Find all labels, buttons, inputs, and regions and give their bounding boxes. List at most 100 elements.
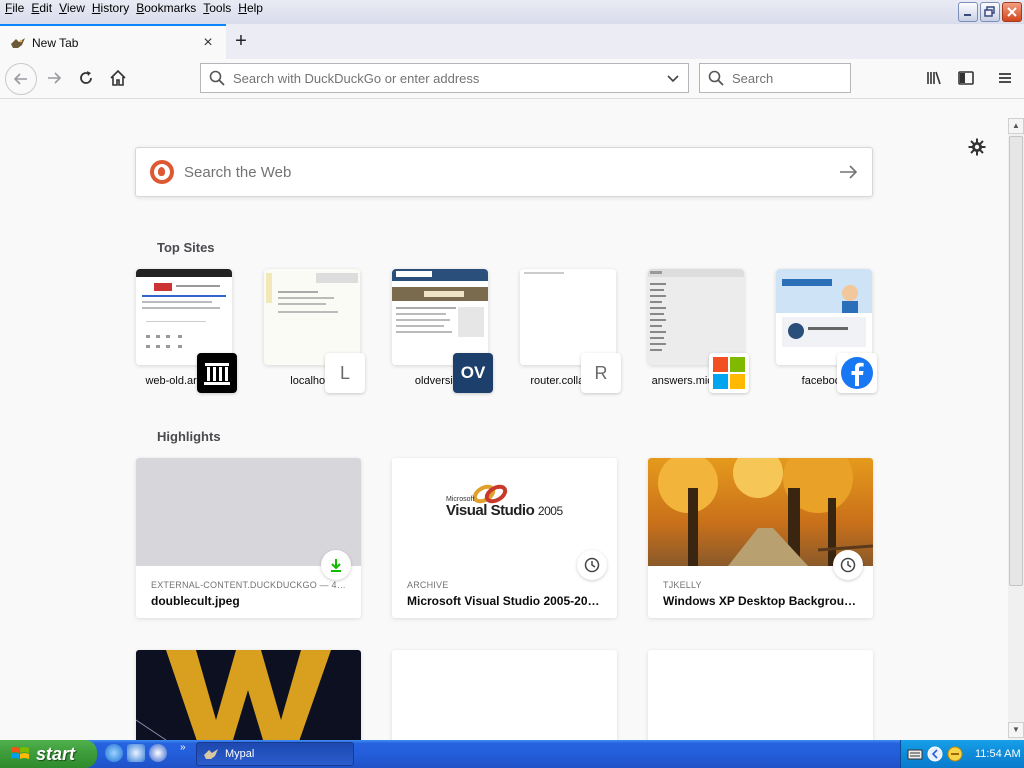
menu-history[interactable]: History: [91, 1, 135, 15]
library-button[interactable]: [920, 64, 948, 92]
mypal-icon: [204, 749, 218, 759]
tray-expand-icon[interactable]: [927, 746, 943, 762]
search-bar-placeholder: Search: [732, 70, 774, 86]
highlight-source: ARCHIVE: [407, 580, 449, 590]
top-site-facebook[interactable]: facebook: [776, 269, 877, 393]
web-search-box[interactable]: Search the Web: [135, 147, 873, 197]
sidebar-icon: [958, 71, 974, 85]
home-icon: [110, 69, 126, 86]
highlight-thumbnail: [648, 458, 873, 566]
restore-icon: [981, 3, 999, 21]
scroll-down-icon[interactable]: ▼: [1008, 722, 1024, 738]
close-icon: [1003, 3, 1021, 21]
forward-button[interactable]: [40, 64, 68, 92]
quick-launch-chevron-icon[interactable]: »: [180, 742, 186, 753]
home-button[interactable]: [104, 64, 132, 92]
menu-bookmarks[interactable]: Bookmarks: [135, 1, 202, 15]
hamburger-menu-icon: [999, 73, 1011, 83]
highlight-title: doublecult.jpeg: [151, 594, 240, 608]
highlights-heading: Highlights: [157, 429, 221, 444]
highlight-card-windows-xp-background[interactable]: TJKELLY Windows XP Desktop Backgrou…: [648, 458, 873, 618]
highlight-thumbnail: Microsoft Visual Studio 2005: [392, 458, 617, 566]
back-button[interactable]: [5, 63, 37, 95]
media-player-icon[interactable]: [149, 744, 167, 762]
forward-arrow-icon: [48, 72, 62, 84]
top-site-router-collabnet[interactable]: R router.collabnet: [520, 269, 621, 393]
menu-view[interactable]: View: [58, 1, 91, 15]
tab-strip: New Tab × +: [0, 24, 1024, 59]
window-controls: [958, 2, 1022, 22]
letter-l-icon: L: [325, 353, 365, 393]
hamburger-menu-button[interactable]: [991, 64, 1019, 92]
tab-close-button[interactable]: ×: [200, 34, 216, 52]
top-site-thumbnail: [392, 269, 488, 365]
restore-button[interactable]: [980, 2, 1000, 22]
taskbar-task-label: Mypal: [225, 748, 255, 760]
back-arrow-icon: [13, 73, 27, 85]
search-bar[interactable]: Search: [699, 63, 851, 93]
browser-window: File Edit View History Bookmarks Tools H…: [0, 0, 1024, 740]
show-desktop-icon[interactable]: [127, 744, 145, 762]
highlight-title: Microsoft Visual Studio 2005-20…: [407, 594, 600, 608]
top-site-localhost[interactable]: L localhost: [264, 269, 365, 393]
highlight-source: TJKELLY: [663, 580, 702, 590]
menu-edit[interactable]: Edit: [30, 1, 58, 15]
highlight-card-empty: [648, 650, 873, 740]
web-search-placeholder: Search the Web: [184, 163, 292, 181]
highlight-title: Windows XP Desktop Backgrou…: [663, 594, 857, 608]
settings-gear-button[interactable]: [968, 138, 986, 156]
clock-icon: [833, 550, 863, 580]
internet-explorer-icon[interactable]: [105, 744, 123, 762]
navigation-bar: Search with DuckDuckGo or enter address …: [0, 59, 1024, 99]
start-button[interactable]: start: [0, 740, 97, 768]
visual-studio-wordmark: Visual Studio 2005: [446, 502, 563, 519]
chevron-down-icon[interactable]: [666, 71, 680, 85]
taskbar-clock: 11:54 AM: [975, 748, 1021, 760]
archive-org-icon: [197, 353, 237, 393]
scroll-up-icon[interactable]: ▲: [1008, 118, 1024, 134]
menu-help[interactable]: Help: [237, 1, 269, 15]
new-tab-page: Search the Web Top Sites web-old.archive…: [0, 118, 1008, 740]
menu-tools[interactable]: Tools: [202, 1, 237, 15]
reload-button[interactable]: [72, 64, 100, 92]
taskbar: start » Mypal 11:54 AM: [0, 740, 1024, 768]
address-bar-placeholder: Search with DuckDuckGo or enter address: [233, 70, 480, 86]
tab-new-tab[interactable]: New Tab ×: [0, 24, 226, 59]
highlight-card-doublecult[interactable]: EXTERNAL-CONTENT.DUCKDUCKGO — 4… doublec…: [136, 458, 361, 618]
system-tray: 11:54 AM: [900, 740, 1024, 768]
minimize-button[interactable]: [958, 2, 978, 22]
vertical-scrollbar[interactable]: ▲ ▼: [1008, 118, 1024, 740]
menubar: File Edit View History Bookmarks Tools H…: [0, 0, 1024, 24]
oldversion-icon: OV: [453, 353, 493, 393]
start-label: start: [36, 743, 76, 764]
search-icon: [708, 70, 724, 86]
highlight-card-empty: [392, 650, 617, 740]
microsoft-logo-icon: [709, 353, 749, 393]
tab-title: New Tab: [32, 35, 79, 50]
top-site-thumbnail: [520, 269, 616, 365]
highlight-source: EXTERNAL-CONTENT.DUCKDUCKGO — 4…: [151, 580, 346, 590]
top-site-thumbnail: [776, 269, 872, 365]
keyboard-icon[interactable]: [907, 747, 923, 761]
close-window-button[interactable]: [1002, 2, 1022, 22]
highlight-card-w-logo[interactable]: [136, 650, 361, 740]
address-bar[interactable]: Search with DuckDuckGo or enter address: [200, 63, 689, 93]
top-site-web-old-archive[interactable]: web-old.archive: [136, 269, 237, 393]
clock-icon: [577, 550, 607, 580]
scrollbar-thumb[interactable]: [1009, 136, 1023, 586]
top-sites-heading: Top Sites: [157, 240, 215, 255]
mypal-icon: [10, 36, 26, 50]
highlight-thumbnail: [136, 650, 361, 740]
sidebar-button[interactable]: [952, 64, 980, 92]
security-shield-icon[interactable]: [947, 746, 963, 762]
download-icon: [321, 550, 351, 580]
menu-file[interactable]: File: [4, 1, 30, 15]
top-site-thumbnail: [648, 269, 744, 365]
top-site-thumbnail: [264, 269, 360, 365]
new-tab-button[interactable]: +: [230, 30, 252, 52]
top-site-oldversion[interactable]: OV oldversion: [392, 269, 493, 393]
highlight-card-visual-studio[interactable]: Microsoft Visual Studio 2005 ARCHIVE Mic…: [392, 458, 617, 618]
taskbar-mypal-button[interactable]: Mypal: [196, 742, 354, 766]
arrow-right-icon[interactable]: [838, 163, 858, 181]
top-site-answers-microsoft[interactable]: answers.microsoft: [648, 269, 749, 393]
